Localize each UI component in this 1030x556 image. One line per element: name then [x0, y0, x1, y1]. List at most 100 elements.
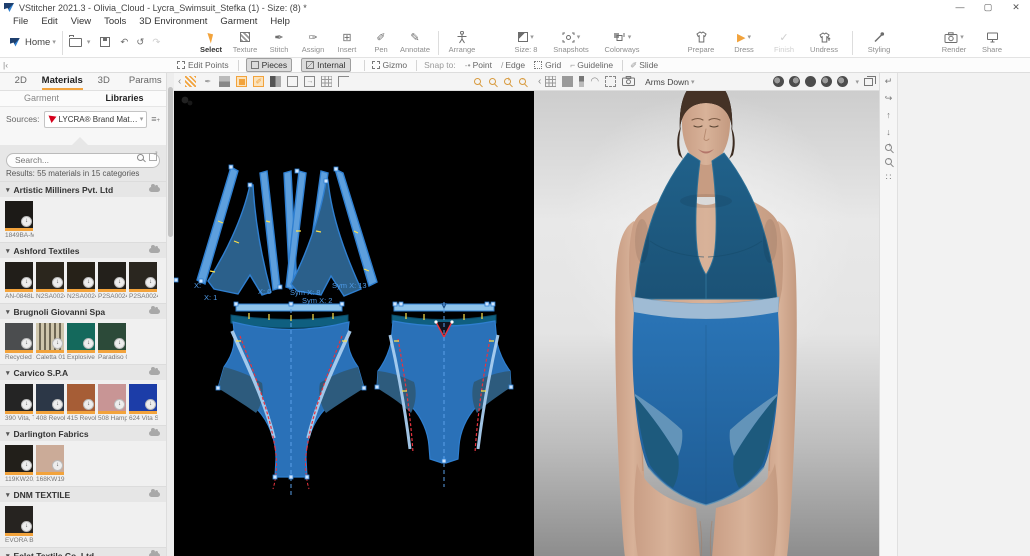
- undo-button[interactable]: ↶: [120, 30, 128, 54]
- open-file-button[interactable]: ▾: [68, 30, 90, 54]
- collapse-2d-toolbar-icon[interactable]: ‹: [178, 76, 181, 87]
- share-button[interactable]: Share: [975, 30, 1009, 54]
- collapse-3d-toolbar-icon[interactable]: ‹: [538, 76, 541, 87]
- gizmo-toggle[interactable]: Gizmo: [371, 60, 407, 70]
- history-button[interactable]: ↺: [136, 30, 144, 54]
- snap-grid-toggle[interactable]: Grid: [534, 60, 561, 70]
- front-piece[interactable]: [215, 301, 367, 495]
- stitch-tool[interactable]: ✒ Stitch: [262, 30, 296, 55]
- zoom-marquee-icon[interactable]: [474, 78, 481, 85]
- move-down-icon[interactable]: ↓: [886, 127, 891, 137]
- fit-view-icon[interactable]: ∷: [886, 172, 892, 182]
- snap-edge-toggle[interactable]: / Edge: [501, 60, 525, 70]
- snapshots-button[interactable]: ▾ Snapshots: [546, 30, 596, 54]
- back-piece[interactable]: [374, 301, 514, 487]
- category-header-artistic-milliners-pvt-ltd[interactable]: ▾ Artistic Milliners Pvt. Ltd: [0, 181, 166, 197]
- material-swatch-n2sa0024[interactable]: ↓ N2SA0024: [67, 262, 96, 300]
- material-swatch-408-revol[interactable]: ↓ 408 Revol: [36, 384, 65, 422]
- styling-button[interactable]: Styling: [859, 30, 899, 54]
- floor-grid-icon[interactable]: [545, 76, 557, 87]
- assign-tool[interactable]: ✑ Assign: [296, 30, 330, 55]
- sidebar-tab-params[interactable]: Params: [125, 73, 167, 90]
- avatar-view-left-icon[interactable]: [821, 76, 833, 87]
- zoom-out-3d-icon[interactable]: −: [885, 157, 892, 165]
- zoom-fit-icon[interactable]: [489, 78, 496, 85]
- material-swatch-168kw19[interactable]: ↓ 168KW19,: [36, 445, 65, 483]
- material-swatch-119kw20[interactable]: ↓ 119KW20,: [5, 445, 34, 483]
- annotate-tool[interactable]: ✎ Annotate: [398, 30, 432, 55]
- material-swatch-508-hamp[interactable]: ↓ 508 Hamp: [98, 384, 127, 422]
- material-swatch-evora-b[interactable]: ↓ EVORA B: [5, 506, 34, 544]
- snapshot-frame-icon[interactable]: [605, 76, 617, 87]
- material-swatch-n2sa0024[interactable]: ↓ N2SA0024: [36, 262, 65, 300]
- zoom-in-icon[interactable]: +: [504, 77, 511, 85]
- ruler-corner-icon[interactable]: [338, 76, 350, 87]
- menu-3d-environment[interactable]: 3D Environment: [139, 16, 207, 27]
- finish-button[interactable]: ✓ Finish: [766, 30, 802, 55]
- chevron-down-icon[interactable]: ▾: [855, 78, 859, 86]
- search-icon[interactable]: [137, 153, 144, 161]
- pieces-toggle[interactable]: Pieces: [245, 58, 293, 72]
- edit-points-toggle[interactable]: Edit Points: [177, 60, 229, 70]
- collapse-left-icon[interactable]: |‹: [3, 60, 8, 70]
- sidebar-tab-materials[interactable]: Materials: [41, 73, 83, 90]
- menu-tools[interactable]: Tools: [104, 16, 126, 27]
- texture-view-icon[interactable]: [185, 76, 197, 87]
- material-swatch-an-0848l[interactable]: ↓ AN-0848L-: [5, 262, 34, 300]
- avatar-view-front-icon[interactable]: [773, 76, 785, 87]
- colorways-button[interactable]: ▾ Colorways: [596, 30, 648, 54]
- category-header-carvico-s-p-a[interactable]: ▾ Carvico S.P.A: [0, 364, 166, 380]
- material-swatch-explosive[interactable]: ↓ Explosive: [67, 323, 96, 361]
- zoom-in-3d-icon[interactable]: +: [885, 143, 892, 151]
- home-menu[interactable]: Home ▾: [6, 30, 56, 54]
- internal-toggle[interactable]: Internal: [301, 58, 351, 72]
- select-tool[interactable]: Select: [194, 30, 228, 54]
- maximize-button[interactable]: ▢: [974, 2, 1002, 13]
- camera-3d-icon[interactable]: [622, 73, 636, 91]
- material-swatch-recycled-2[interactable]: ↓ Recycled 2: [5, 323, 34, 361]
- texture-tool[interactable]: Texture: [228, 30, 262, 54]
- shade-view-icon[interactable]: [270, 76, 282, 87]
- slide-toggle[interactable]: ✐ Slide: [630, 60, 658, 71]
- material-swatch-1849ba-m[interactable]: ↓ 1849BA-M: [5, 201, 34, 239]
- save-button[interactable]: [100, 30, 111, 54]
- category-header-brugnoli-giovanni-spa[interactable]: ▾ Brugnoli Giovanni Spa: [0, 303, 166, 319]
- zoom-out-icon[interactable]: −: [519, 77, 526, 85]
- stitch-view-icon[interactable]: ✒: [202, 76, 213, 87]
- material-swatch-624-vita-s[interactable]: ↓ 624 Vita S: [129, 384, 158, 422]
- close-button[interactable]: ✕: [1002, 2, 1030, 13]
- material-swatch-p2sa0024[interactable]: ↓ P2SA0024: [129, 262, 158, 300]
- grid-view-icon[interactable]: [321, 76, 333, 87]
- undress-button[interactable]: Undress: [802, 30, 846, 54]
- size-selector[interactable]: ▾ Size: 8: [506, 30, 546, 54]
- category-header-ashford-textiles[interactable]: ▾ Ashford Textiles: [0, 242, 166, 258]
- menu-edit[interactable]: Edit: [41, 16, 57, 27]
- background-icon[interactable]: [562, 76, 574, 87]
- material-swatch-paradiso-0[interactable]: ↓ Paradiso 0: [98, 323, 127, 361]
- arrange-tool[interactable]: Arrange: [445, 30, 479, 54]
- sidebar-subtab-libraries[interactable]: Libraries: [83, 91, 166, 106]
- pressure-bar-icon[interactable]: [579, 76, 585, 87]
- tension-arc-icon[interactable]: ◠: [590, 76, 599, 87]
- menu-view[interactable]: View: [71, 16, 91, 27]
- pieces-view-icon[interactable]: [236, 76, 248, 87]
- sidebar-tab-2d[interactable]: 2D: [0, 73, 42, 90]
- image-view-icon[interactable]: [219, 76, 231, 87]
- move-up-icon[interactable]: ↑: [886, 110, 891, 120]
- cup-pieces[interactable]: [207, 180, 362, 297]
- render-button[interactable]: ▾ Render: [933, 30, 975, 54]
- menu-file[interactable]: File: [13, 16, 28, 27]
- minimize-button[interactable]: —: [946, 2, 974, 13]
- menu-help[interactable]: Help: [270, 16, 290, 27]
- material-swatch-p2sa0024[interactable]: ↓ P2SA0024: [98, 262, 127, 300]
- redo-curve-icon[interactable]: ↪: [885, 93, 893, 103]
- avatar-3d-viewport[interactable]: [534, 91, 879, 556]
- avatar-view-back-icon[interactable]: [805, 76, 817, 87]
- manage-sources-icon[interactable]: ≡+: [151, 114, 160, 124]
- pattern-2d-canvas[interactable]: X: X: 1 X: 6 Sym X: 8 Sym X: 2 Sym X: 13: [174, 91, 534, 556]
- material-swatch-390-vita-t[interactable]: ↓ 390 Vita, T: [5, 384, 34, 422]
- pose-selector[interactable]: Arms Down ▾: [645, 77, 694, 87]
- return-icon[interactable]: ↵: [885, 76, 893, 86]
- dress-button[interactable]: ▶ ▾ Dress: [722, 30, 766, 55]
- source-dropdown[interactable]: LYCRA® Brand Materials Li... ▾: [43, 110, 148, 128]
